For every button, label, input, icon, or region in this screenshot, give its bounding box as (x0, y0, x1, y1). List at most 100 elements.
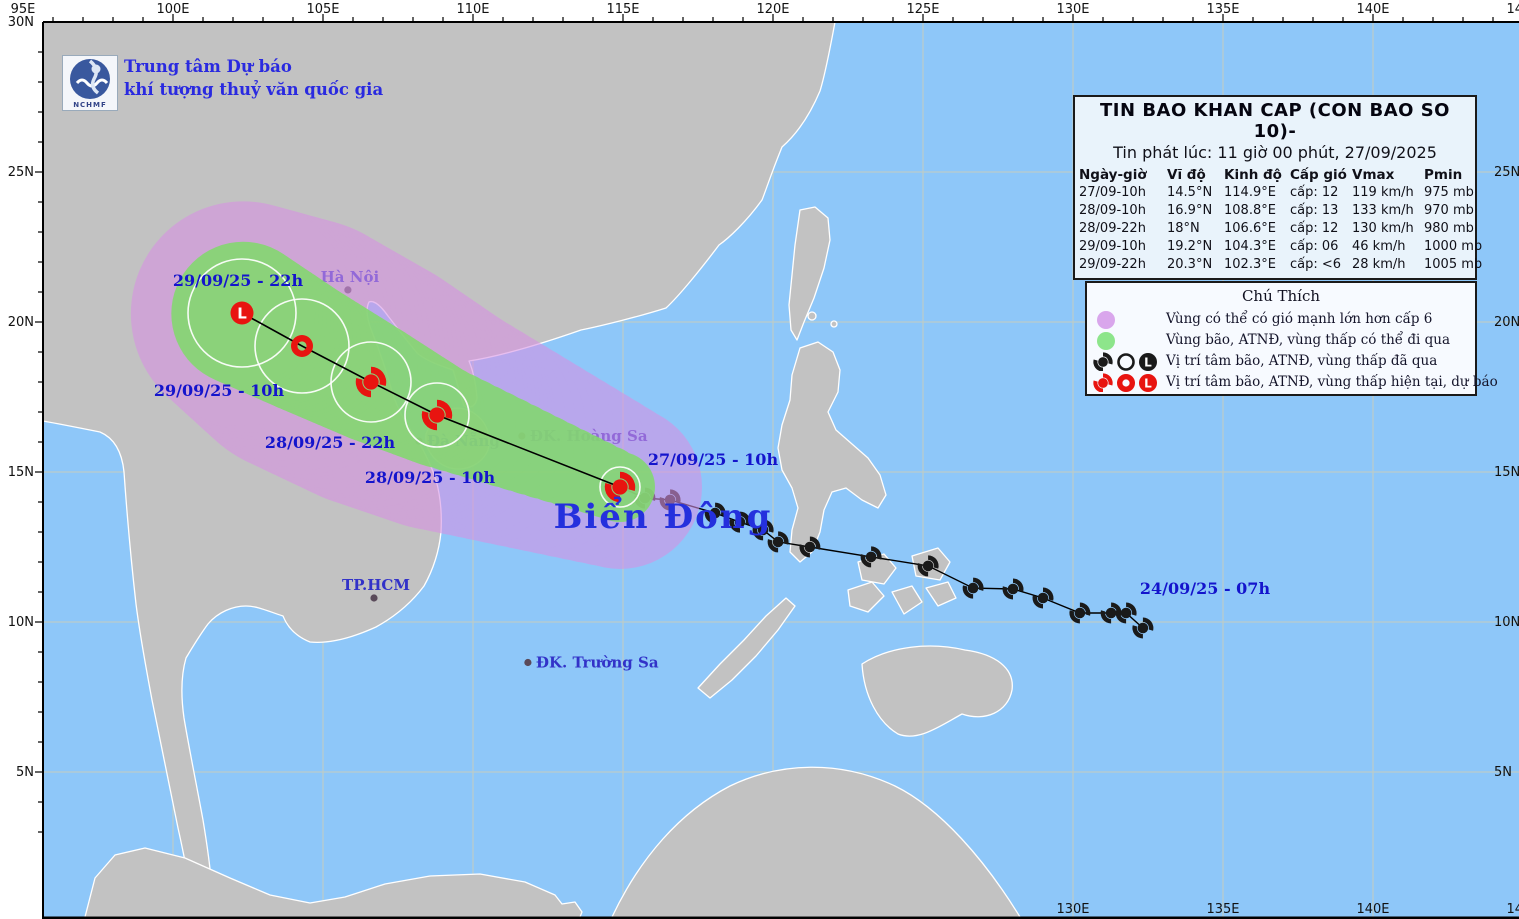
legend-item: L Vị trí tâm bão, ATNĐ, vùng thấp đã qua (1092, 350, 1470, 371)
nchmf-logo-icon (63, 57, 117, 101)
table-cell: 28 km/h (1352, 256, 1424, 274)
date-label: 29/09/25 - 10h (154, 381, 285, 400)
svg-text:130E: 130E (1056, 902, 1089, 917)
table-cell: 980 mb (1424, 220, 1474, 238)
date-label: 24/09/25 - 07h (1140, 579, 1271, 598)
date-label: 28/09/25 - 22h (265, 433, 396, 452)
nchmf-logo-caption: NCHMF (73, 101, 107, 109)
svg-text:105E: 105E (306, 2, 339, 17)
table-cell: 28/09-22h (1079, 220, 1167, 238)
table-cell: 19.2°N (1167, 238, 1224, 256)
table-cell: 1000 mb (1424, 238, 1474, 256)
legend-item-label: Vùng có thể có gió mạnh lớn hơn cấp 6 (1166, 311, 1432, 327)
table-cell: 18°N (1167, 220, 1224, 238)
svg-text:25N: 25N (1494, 165, 1519, 180)
agency-logo-block: NCHMF Trung tâm Dự báo khí tượng thuỷ vă… (62, 55, 383, 111)
past-symbols-icon: L (1092, 351, 1166, 371)
table-cell: 133 km/h (1352, 202, 1424, 220)
city-label: TP.HCM (342, 576, 410, 594)
svg-text:115E: 115E (606, 2, 639, 17)
table-cell: 28/09-10h (1079, 202, 1167, 220)
svg-text:5N: 5N (1494, 765, 1512, 780)
svg-text:15N: 15N (8, 465, 34, 480)
date-label: 28/09/25 - 10h (365, 468, 496, 487)
column-header: Cấp gió (1290, 166, 1352, 184)
table-cell: 975 mb (1424, 184, 1474, 202)
svg-text:20N: 20N (8, 315, 34, 330)
table-cell: 1005 mb (1424, 256, 1474, 274)
forecast-table-row: 27/09-10h14.5°N114.9°Ecấp: 12119 km/h975… (1079, 184, 1471, 202)
svg-text:L: L (1144, 355, 1152, 369)
svg-text:25N: 25N (8, 165, 34, 180)
svg-text:110E: 110E (456, 2, 489, 17)
table-cell: 102.3°E (1224, 256, 1290, 274)
table-cell: 29/09-22h (1079, 256, 1167, 274)
table-cell: cấp: 13 (1290, 202, 1352, 220)
table-cell: 29/09-10h (1079, 238, 1167, 256)
city-dot (370, 594, 377, 601)
table-cell: 46 km/h (1352, 238, 1424, 256)
table-cell: 14.5°N (1167, 184, 1224, 202)
table-cell: 16.9°N (1167, 202, 1224, 220)
svg-text:125E: 125E (906, 2, 939, 17)
svg-text:5N: 5N (16, 765, 34, 780)
purple-dot-icon (1092, 309, 1166, 329)
table-cell: 20.3°N (1167, 256, 1224, 274)
svg-text:100E: 100E (156, 2, 189, 17)
legend-rows: Vùng có thể có gió mạnh lớn hơn cấp 6 Vùn… (1092, 308, 1470, 392)
agency-name-line1: Trung tâm Dự báo (124, 55, 383, 78)
nchmf-logo: NCHMF (62, 55, 118, 111)
table-cell: cấp: 06 (1290, 238, 1352, 256)
alert-info-box: TIN BAO KHAN CAP (CON BAO SO 10)- Tin ph… (1073, 95, 1477, 280)
agency-name: Trung tâm Dự báo khí tượng thuỷ văn quốc… (124, 55, 383, 101)
legend-item: Vùng có thể có gió mạnh lớn hơn cấp 6 (1092, 308, 1470, 329)
column-header: Kinh độ (1224, 166, 1290, 184)
city-label: ĐK. Trường Sa (536, 654, 659, 672)
table-cell: cấp: <6 (1290, 256, 1352, 274)
low-pressure-L-symbol: L (231, 302, 254, 325)
table-cell: 108.8°E (1224, 202, 1290, 220)
svg-text:L: L (1144, 376, 1152, 390)
table-cell: cấp: 12 (1290, 184, 1352, 202)
table-cell: 27/09-10h (1079, 184, 1167, 202)
svg-text:145E: 145E (1506, 902, 1519, 917)
alert-issued-time: Tin phát lúc: 11 giờ 00 phút, 27/09/2025 (1079, 143, 1471, 162)
sea-name-label: Biển Đông (554, 496, 773, 537)
legend-item: Vùng bão, ATNĐ, vùng thấp có thể đi qua (1092, 329, 1470, 350)
table-cell: cấp: 12 (1290, 220, 1352, 238)
alert-title: TIN BAO KHAN CAP (CON BAO SO 10)- (1079, 100, 1471, 142)
legend-item: LVị trí tâm bão, ATNĐ, vùng thấp hiện tạ… (1092, 371, 1470, 392)
left-axis-labels: 30N 25N 20N 15N 10N 5N (8, 15, 34, 780)
forecast-table-row: 28/09-10h16.9°N108.8°Ecấp: 13133 km/h970… (1079, 202, 1471, 220)
svg-text:135E: 135E (1206, 902, 1239, 917)
green-dot-icon (1092, 330, 1166, 350)
svg-text:120E: 120E (756, 2, 789, 17)
svg-text:140E: 140E (1356, 2, 1389, 17)
svg-text:10N: 10N (8, 615, 34, 630)
legend-item-label: Vùng bão, ATNĐ, vùng thấp có thể đi qua (1166, 332, 1450, 348)
svg-text:30N: 30N (8, 15, 34, 30)
top-axis-labels: 95E100E105E110E115E120E125E130E135E140E1… (11, 2, 1519, 17)
svg-text:135E: 135E (1206, 2, 1239, 17)
forecast-table-header: Ngày-giờVĩ độKinh độCấp gióVmaxPmin (1079, 166, 1471, 184)
table-cell: 114.9°E (1224, 184, 1290, 202)
svg-text:145E: 145E (1506, 2, 1519, 17)
forecast-symbols-icon: L (1092, 372, 1166, 392)
agency-name-line2: khí tượng thuỷ văn quốc gia (124, 78, 383, 101)
table-cell: 104.3°E (1224, 238, 1290, 256)
column-header: Vmax (1352, 166, 1424, 184)
legend-item-label: Vị trí tâm bão, ATNĐ, vùng thấp đã qua (1166, 353, 1437, 369)
legend-box: Chú Thích Vùng có thể có gió mạnh lớn hơ… (1085, 281, 1477, 396)
svg-text:140E: 140E (1356, 902, 1389, 917)
column-header: Ngày-giờ (1079, 166, 1167, 184)
forecast-table: Ngày-giờVĩ độKinh độCấp gióVmaxPmin27/09… (1079, 166, 1471, 274)
svg-text:15N: 15N (1494, 465, 1519, 480)
table-cell: 106.6°E (1224, 220, 1290, 238)
city-dot (524, 659, 531, 666)
column-header: Pmin (1424, 166, 1474, 184)
legend-item-label: Vị trí tâm bão, ATNĐ, vùng thấp hiện tại… (1166, 374, 1498, 390)
table-cell: 970 mb (1424, 202, 1474, 220)
svg-text:10N: 10N (1494, 615, 1519, 630)
table-cell: 119 km/h (1352, 184, 1424, 202)
svg-text:20N: 20N (1494, 315, 1519, 330)
